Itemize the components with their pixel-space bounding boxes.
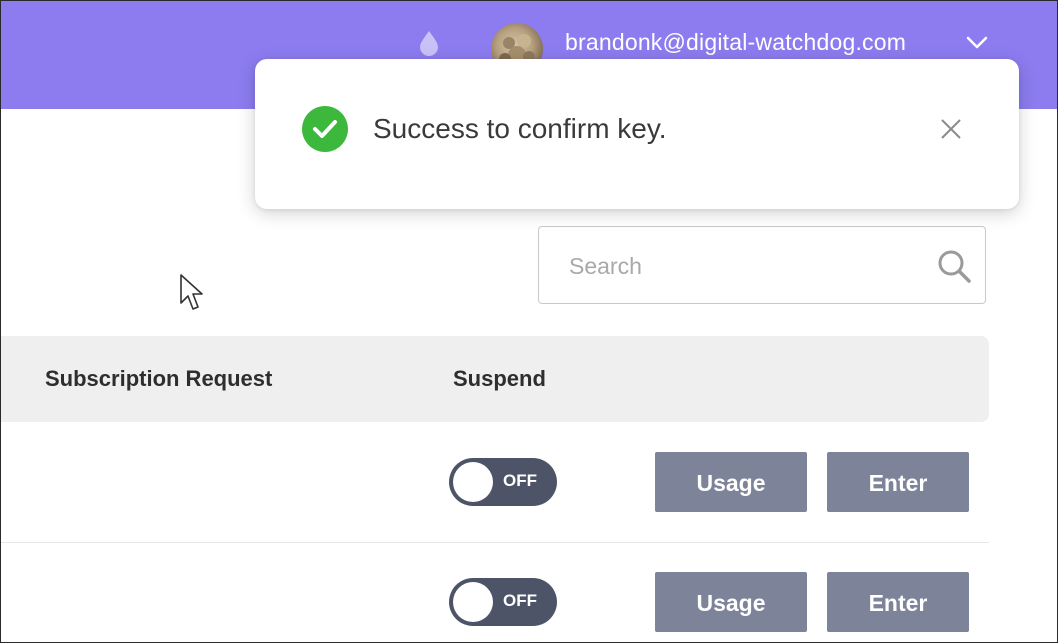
suspend-toggle[interactable]: OFF bbox=[449, 578, 557, 626]
table-header: Subscription Request Suspend bbox=[1, 336, 989, 422]
toggle-label: OFF bbox=[503, 591, 537, 610]
enter-button[interactable]: Enter bbox=[827, 452, 969, 512]
user-email[interactable]: brandonk@digital-watchdog.com bbox=[565, 29, 906, 56]
enter-button[interactable]: Enter bbox=[827, 572, 969, 632]
chevron-down-icon[interactable] bbox=[965, 35, 989, 51]
table-row: OFF Usage Enter bbox=[1, 542, 989, 642]
mouse-cursor-icon bbox=[180, 274, 203, 310]
search-box bbox=[538, 226, 986, 304]
column-header-subscription-request: Subscription Request bbox=[45, 366, 273, 391]
droplet-icon[interactable] bbox=[415, 29, 443, 57]
toggle-knob bbox=[453, 462, 493, 502]
close-icon[interactable] bbox=[937, 115, 965, 143]
table-row: OFF Usage Enter bbox=[1, 422, 989, 542]
usage-button[interactable]: Usage bbox=[655, 452, 807, 512]
toggle-knob bbox=[453, 582, 493, 622]
column-header-suspend: Suspend bbox=[453, 366, 546, 391]
toast-message: Success to confirm key. bbox=[373, 113, 667, 144]
app-window: brandonk@digital-watchdog.com Success to… bbox=[0, 0, 1058, 643]
search-input[interactable] bbox=[567, 245, 911, 287]
toggle-label: OFF bbox=[503, 471, 537, 490]
suspend-toggle[interactable]: OFF bbox=[449, 458, 557, 506]
check-circle-icon bbox=[302, 106, 348, 152]
success-toast: Success to confirm key. bbox=[255, 59, 1019, 209]
search-icon[interactable] bbox=[935, 247, 973, 285]
usage-button[interactable]: Usage bbox=[655, 572, 807, 632]
